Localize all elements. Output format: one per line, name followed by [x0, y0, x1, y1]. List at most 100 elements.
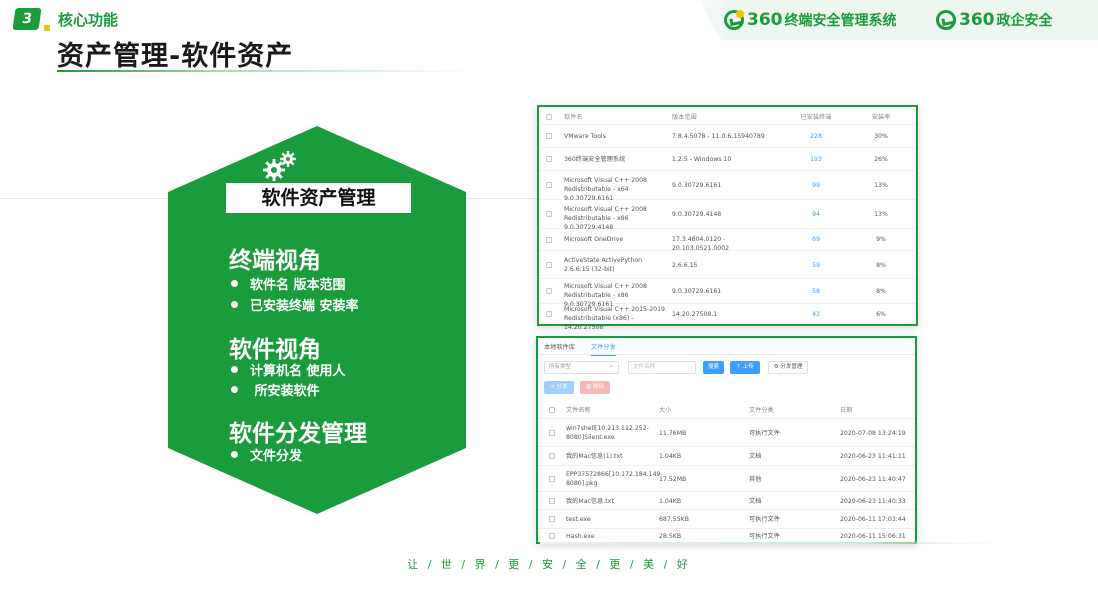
bullet-item: 文件分发 — [231, 445, 302, 464]
cell-date: 2020-06-23 11:41:11 — [840, 453, 906, 460]
cell-rate: 13% — [874, 182, 888, 189]
logo-360-icon — [724, 10, 744, 30]
row-checkbox[interactable] — [549, 516, 555, 522]
row-checkbox[interactable] — [546, 311, 552, 317]
col-header-rate[interactable]: 安装率 — [861, 113, 901, 122]
section-dot — [44, 25, 50, 31]
cell-name: Microsoft OneDrive — [564, 236, 624, 243]
cell-installed-link[interactable]: 193 — [791, 155, 841, 164]
table-row[interactable]: ActiveState ActivePython 2.6.6.15 (32-bi… — [539, 251, 916, 279]
table-row[interactable]: 我的Mac信息(1).txt 1.04KB 文档 2020-06-23 11:4… — [538, 447, 915, 466]
row-checkbox[interactable] — [549, 498, 555, 504]
cell-category: 文档 — [749, 498, 762, 505]
select-all-checkbox[interactable] — [549, 407, 555, 413]
bullet-item: 软件名 版本范围 — [231, 274, 346, 293]
cell-rate: 8% — [876, 262, 886, 269]
table-row[interactable]: test.exe 687.55KB 可执行文件 2020-06-11 17:03… — [538, 510, 915, 529]
cell-name: Microsoft Visual C++ 2015-2019 Redistrib… — [564, 306, 665, 331]
row-checkbox[interactable] — [546, 182, 552, 188]
col-header-installed[interactable]: 已安装终端 — [791, 113, 841, 122]
row-checkbox[interactable] — [549, 430, 555, 436]
row-checkbox[interactable] — [546, 133, 552, 139]
cell-rate: 8% — [876, 288, 886, 295]
bottom-divider — [540, 542, 1002, 544]
row-checkbox[interactable] — [546, 288, 552, 294]
table-row[interactable]: EPP37572866[10.172.184.149-8080].pkg 17.… — [538, 466, 915, 492]
table-row[interactable]: 360终端安全管理系统 1.2.5 - Windows 10 193 26% — [539, 148, 916, 171]
table-row[interactable]: Microsoft Visual C++ 2008 Redistributabl… — [539, 200, 916, 231]
group-title-software: 软件视角 — [229, 337, 321, 363]
cell-version: 9.0.30729.6161 — [672, 182, 722, 189]
bullet-text: 已安装终端 安装率 — [250, 299, 359, 314]
bullet-text: 软件名 版本范围 — [250, 278, 346, 293]
delete-button[interactable]: ▥ 删除 — [580, 381, 610, 394]
row-checkbox[interactable] — [546, 211, 552, 217]
table-row[interactable]: Microsoft Visual C++ 2008 Redistributabl… — [539, 279, 916, 308]
row-checkbox[interactable] — [549, 476, 555, 482]
cell-rate: 30% — [874, 133, 888, 140]
distribution-label: 分发管理 — [780, 364, 803, 370]
row-checkbox[interactable] — [546, 156, 552, 162]
table-row[interactable]: Hash.exe 28.5KB 可执行文件 2020-06-11 15:06:3… — [538, 529, 915, 542]
cell-installed-link[interactable]: 59 — [791, 261, 841, 270]
col-header-size[interactable]: 大小 — [659, 406, 729, 415]
group-title-terminal: 终端视角 — [229, 248, 321, 274]
group-title-distribution: 软件分发管理 — [229, 421, 367, 447]
col-header-file-name[interactable]: 文件名称 — [566, 406, 652, 415]
search-button[interactable]: 搜索 — [703, 361, 724, 374]
cell-file-name: win7shell[10.213.112.252-8080]Silent.exe — [566, 425, 649, 441]
bullet-text: 文件分发 — [250, 449, 303, 464]
cell-installed-link[interactable]: 228 — [791, 132, 841, 141]
cell-file-name: EPP37572866[10.172.184.149-8080].pkg — [566, 471, 663, 487]
table-row[interactable]: Microsoft Visual C++ 2015-2019 Redistrib… — [539, 304, 916, 331]
distribution-manage-button[interactable]: ⚙ 分发管理 — [768, 361, 808, 374]
select-all-checkbox[interactable] — [546, 114, 552, 120]
page-title: 资产管理-软件资产 — [57, 41, 294, 72]
logo-text: 终端安全管理系统 — [784, 13, 897, 29]
slogan: 让 / 世 / 界 / 更 / 安 / 全 / 更 / 美 / 好 — [407, 558, 691, 571]
col-header-category[interactable]: 文件分类 — [749, 406, 829, 415]
cell-installed-link[interactable]: 58 — [791, 287, 841, 296]
cell-installed-link[interactable]: 69 — [791, 235, 841, 244]
upload-button[interactable]: ⇡ 上传 — [730, 361, 760, 374]
table-row[interactable]: Microsoft Visual C++ 2008 Redistributabl… — [539, 171, 916, 202]
cell-file-name: test.exe — [566, 516, 591, 523]
file-distribution-screenshot: 本地软件库 文件分发 所有类型 文件名称 搜索 ⇡ 上传 ⚙ 分发管理 < 分发… — [536, 336, 917, 544]
bullet-dot — [231, 451, 238, 458]
cell-rate: 9% — [876, 236, 886, 243]
cell-installed-link[interactable]: 94 — [791, 210, 841, 219]
cell-name: Microsoft Visual C++ 2008 Redistributabl… — [564, 177, 647, 202]
cell-name: 360终端安全管理系统 — [564, 156, 626, 163]
cell-date: 2020-06-23 11:40:33 — [840, 498, 906, 505]
cell-file-name: Hash.exe — [566, 533, 595, 540]
cell-version: 9.0.30729.6161 — [672, 288, 722, 295]
bullet-dot — [231, 301, 238, 308]
cell-rate: 6% — [876, 311, 886, 318]
table-row[interactable]: win7shell[10.213.112.252-8080]Silent.exe… — [538, 419, 915, 447]
cell-name: Microsoft Visual C++ 2008 Redistributabl… — [564, 206, 647, 231]
row-checkbox[interactable] — [549, 533, 555, 539]
cell-installed-link[interactable]: 43 — [791, 310, 841, 319]
cell-category: 可执行文件 — [749, 516, 780, 523]
table-row[interactable]: Microsoft OneDrive 17.3.4604.0120 - 20.1… — [539, 229, 916, 252]
table-row[interactable]: 我的Mac信息.txt 1.04KB 文档 2020-06-23 11:40:3… — [538, 492, 915, 510]
bullet-item: 所安装软件 — [231, 380, 320, 399]
cell-name: ActiveState ActivePython 2.6.6.15 (32-bi… — [564, 257, 643, 273]
file-name-input[interactable]: 文件名称 — [628, 361, 696, 374]
table-row[interactable]: VMware Tools 7.8.4.5078 - 11.0.6.1594078… — [539, 125, 916, 148]
cell-category: 文档 — [749, 453, 762, 460]
trash-icon: ▥ — [586, 384, 593, 390]
type-select[interactable]: 所有类型 — [544, 360, 619, 374]
col-header-version[interactable]: 版本范围 — [672, 113, 782, 122]
col-header-date[interactable]: 日期 — [840, 406, 918, 415]
col-header-name[interactable]: 软件名 — [564, 113, 666, 122]
distribute-button[interactable]: < 分发 — [544, 381, 574, 394]
cell-rate: 13% — [874, 211, 888, 218]
software-table-screenshot: 软件名 版本范围 已安装终端 安装率 VMware Tools 7.8.4.50… — [537, 105, 918, 331]
logo-360-terminal: 360 终端安全管理系统 — [724, 10, 897, 30]
row-checkbox[interactable] — [546, 237, 552, 243]
cell-installed-link[interactable]: 99 — [791, 181, 841, 190]
row-checkbox[interactable] — [549, 453, 555, 459]
cell-date: 2020-06-11 15:06:31 — [840, 533, 906, 540]
row-checkbox[interactable] — [546, 262, 552, 268]
